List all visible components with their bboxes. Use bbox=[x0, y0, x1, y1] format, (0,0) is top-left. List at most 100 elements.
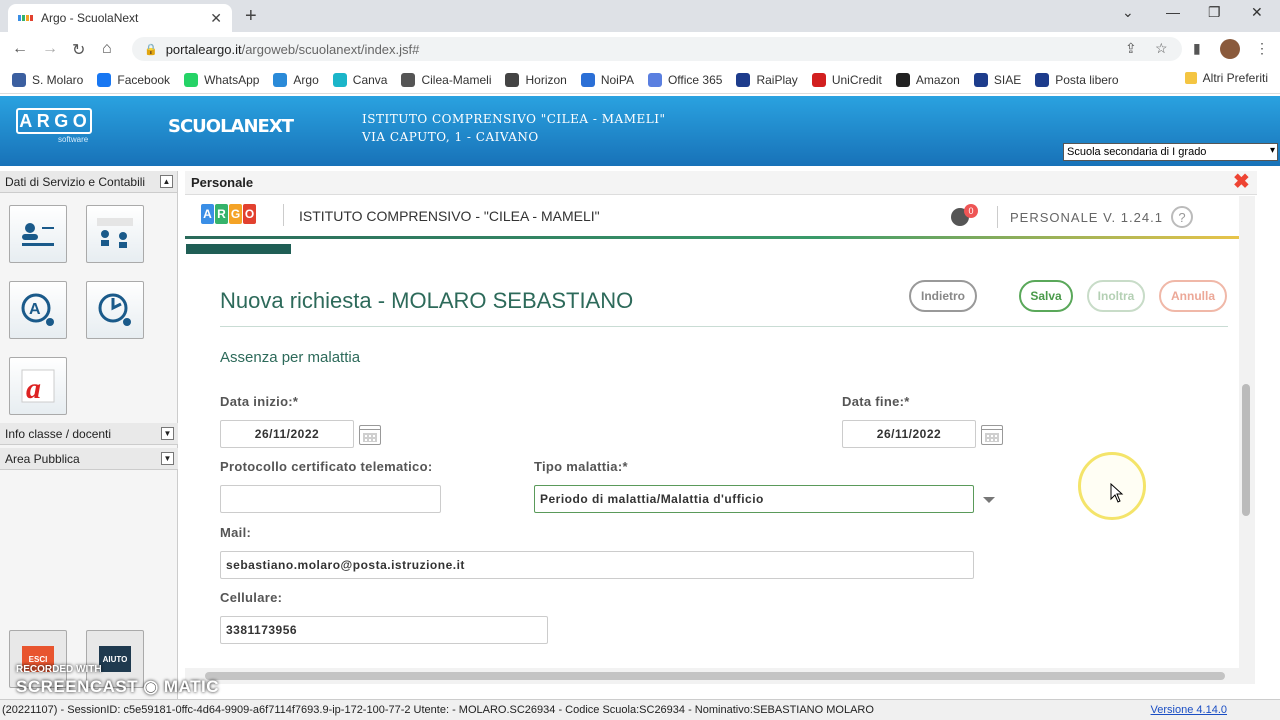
dropdown-arrow-icon[interactable] bbox=[983, 497, 995, 503]
minimize-icon[interactable]: — bbox=[1166, 4, 1180, 20]
tile-staff[interactable] bbox=[86, 205, 144, 263]
bookmark-label: Posta libero bbox=[1055, 72, 1119, 87]
protocol-field[interactable] bbox=[220, 485, 441, 513]
bookmark-label: SIAE bbox=[993, 72, 1022, 87]
libero-icon bbox=[1035, 72, 1050, 87]
home-icon[interactable]: ⌂ bbox=[102, 40, 112, 58]
vertical-scrollbar[interactable] bbox=[1239, 196, 1255, 668]
mail-label: Mail: bbox=[220, 525, 252, 540]
tile-absences[interactable]: A bbox=[9, 281, 67, 339]
scroll-thumb[interactable] bbox=[1242, 384, 1250, 516]
bookmark-horizon[interactable]: Horizon bbox=[505, 72, 567, 87]
tab-search-icon[interactable]: ⌄ bbox=[1122, 4, 1134, 21]
canva-icon bbox=[332, 72, 347, 87]
bookmark-label: Horizon bbox=[525, 72, 567, 87]
bookmark-label: NoiPA bbox=[600, 72, 634, 87]
forward-icon[interactable]: → bbox=[42, 40, 58, 58]
scroll-thumb[interactable] bbox=[205, 672, 1225, 680]
profile-avatar[interactable] bbox=[1220, 39, 1240, 59]
illness-type-label: Tipo malattia:* bbox=[534, 459, 628, 474]
phone-label: Cellulare: bbox=[220, 590, 283, 605]
bookmark-label: Facebook bbox=[117, 72, 171, 87]
sidebar-section-classes[interactable]: Info classe / docenti ▼ bbox=[0, 423, 178, 445]
start-date-field[interactable]: 26/11/2022 bbox=[220, 420, 354, 448]
tile-time-requests[interactable] bbox=[86, 281, 144, 339]
phone-field[interactable]: 3381173956 bbox=[220, 616, 548, 644]
share-icon[interactable]: ⇪ bbox=[1125, 40, 1137, 57]
back-button[interactable]: Indietro bbox=[909, 280, 977, 312]
sidebar-section-service[interactable]: Dati di Servizio e Contabili ▲ bbox=[0, 171, 177, 193]
recording-watermark: RECORDED WITH SCREENCAST ◉ MATIC bbox=[16, 664, 219, 697]
bookmark-unicredit[interactable]: UniCredit bbox=[811, 72, 882, 87]
school-icon bbox=[401, 72, 416, 87]
collapse-icon[interactable]: ▲ bbox=[160, 175, 173, 188]
expand-icon[interactable]: ▼ bbox=[161, 452, 174, 465]
watermark-line2: SCREENCAST ◉ MATIC bbox=[16, 677, 219, 696]
svg-text:a: a bbox=[26, 372, 41, 405]
forward-button[interactable]: Inoltra bbox=[1087, 280, 1145, 312]
bookmark-posta-libero[interactable]: Posta libero bbox=[1035, 72, 1119, 87]
url-field[interactable]: 🔒 portaleargo.it/argoweb/scuolanext/inde… bbox=[132, 37, 1182, 61]
bookmark-whatsapp[interactable]: WhatsApp bbox=[184, 72, 259, 87]
notification-badge[interactable]: 0 bbox=[964, 204, 978, 218]
amazon-icon bbox=[895, 72, 910, 87]
logo-letter: R bbox=[36, 110, 52, 131]
tile-acrobat[interactable]: a bbox=[9, 357, 67, 415]
whatsapp-icon bbox=[184, 72, 199, 87]
new-tab-icon[interactable]: + bbox=[245, 5, 257, 28]
bookmark-star-icon[interactable]: ☆ bbox=[1155, 40, 1168, 57]
bookmark-cilea-mameli[interactable]: Cilea-Mameli bbox=[401, 72, 491, 87]
browser-tab[interactable]: Argo - ScuolaNext ✕ bbox=[8, 4, 232, 32]
bookmark-facebook[interactable]: Facebook bbox=[97, 72, 171, 87]
id-card-icon bbox=[22, 223, 54, 246]
mail-field[interactable]: sebastiano.molaro@posta.istruzione.it bbox=[220, 551, 974, 579]
protocol-label: Protocollo certificato telematico: bbox=[220, 459, 433, 474]
bookmark-label: RaiPlay bbox=[756, 72, 798, 87]
reload-icon[interactable]: ↻ bbox=[72, 40, 85, 60]
url-path: /argoweb/scuolanext/index.jsf# bbox=[241, 41, 420, 57]
close-tab-icon[interactable]: ✕ bbox=[210, 10, 222, 27]
expand-icon[interactable]: ▼ bbox=[161, 427, 174, 440]
bookmark-siae[interactable]: SIAE bbox=[973, 72, 1022, 87]
close-window-icon[interactable]: ✕ bbox=[1251, 4, 1263, 21]
bookmark-noipa[interactable]: NoiPA bbox=[580, 72, 634, 87]
bookmark-canva[interactable]: Canva bbox=[332, 72, 388, 87]
mouse-pointer-icon bbox=[1110, 483, 1124, 503]
panel-title: Personale bbox=[191, 175, 254, 190]
version-link[interactable]: Versione 4.14.0 bbox=[1151, 704, 1227, 716]
bookmark-s-molaro[interactable]: S. Molaro bbox=[12, 72, 83, 87]
watermark-line1: RECORDED WITH bbox=[16, 664, 102, 675]
school-type-select[interactable]: Scuola secondaria di I grado ▾ bbox=[1063, 143, 1278, 161]
school-line2: VIA CAPUTO, 1 - CAIVANO bbox=[362, 130, 539, 144]
help-icon[interactable]: ? bbox=[1171, 206, 1193, 228]
save-button[interactable]: Salva bbox=[1019, 280, 1073, 312]
app-school-name: ISTITUTO COMPRENSIVO - "CILEA - MAMELI" bbox=[299, 208, 600, 224]
bookmark-raiplay[interactable]: RaiPlay bbox=[736, 72, 798, 87]
office-icon bbox=[647, 72, 662, 87]
bookmark-label: Canva bbox=[352, 72, 388, 87]
cancel-button[interactable]: Annulla bbox=[1159, 280, 1227, 312]
bookmark-office-365[interactable]: Office 365 bbox=[647, 72, 722, 87]
maximize-icon[interactable]: ❐ bbox=[1208, 4, 1221, 21]
back-icon[interactable]: ← bbox=[12, 40, 28, 58]
calendar-icon[interactable] bbox=[359, 425, 381, 445]
app-version: PERSONALE V. 1.24.1 bbox=[1010, 210, 1163, 225]
sidebar-section-public[interactable]: Area Pubblica ▼ bbox=[0, 448, 178, 470]
scuolanext-header: ARGO software SCUOLANEXT ISTITUTO COMPRE… bbox=[0, 96, 1280, 166]
bookmark-argo[interactable]: Argo bbox=[273, 72, 319, 87]
close-panel-icon[interactable]: ✖ bbox=[1233, 172, 1251, 192]
calendar-icon[interactable] bbox=[981, 425, 1003, 445]
bookmark-amazon[interactable]: Amazon bbox=[895, 72, 960, 87]
horizon-icon bbox=[505, 72, 520, 87]
illness-type-select[interactable]: Periodo di malattia/Malattia d'ufficio bbox=[534, 485, 974, 513]
browser-menu-icon[interactable]: ⋮ bbox=[1255, 40, 1269, 57]
argo-logo-sub: software bbox=[58, 135, 89, 144]
tile-personal-data[interactable] bbox=[9, 205, 67, 263]
end-date-field[interactable]: 26/11/2022 bbox=[842, 420, 976, 448]
side-panel-icon[interactable]: ▮ bbox=[1193, 40, 1201, 57]
user-icon bbox=[12, 72, 26, 87]
other-bookmarks[interactable]: Altri Preferiti bbox=[1184, 71, 1268, 85]
horizontal-scrollbar[interactable] bbox=[185, 668, 1255, 684]
bookmark-label: Argo bbox=[293, 72, 319, 87]
school-line1: ISTITUTO COMPRENSIVO "CILEA - MAMELI" bbox=[362, 112, 666, 126]
